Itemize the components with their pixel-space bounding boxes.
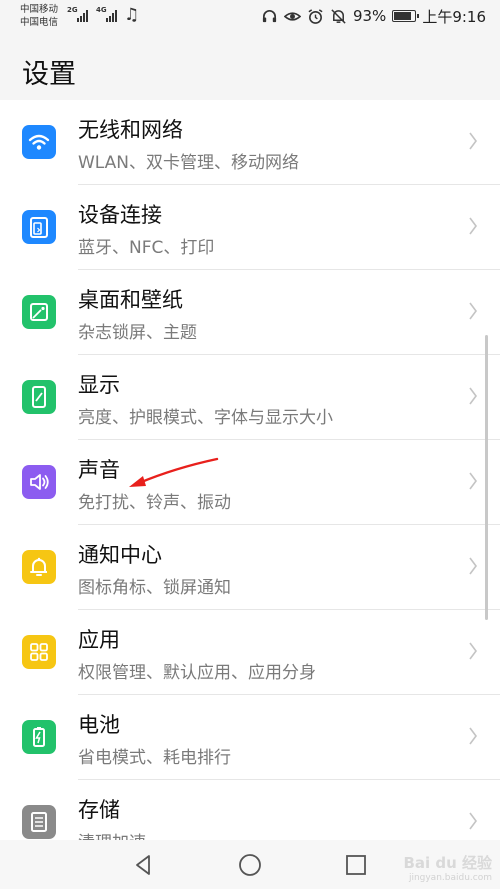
wifi-icon [22,125,56,159]
carrier-labels: 中国移动 中国电信 [20,3,58,29]
headphones-icon [262,9,277,22]
carrier-1: 中国移动 [20,4,59,15]
chevron-right-icon [469,217,477,235]
item-subtitle: WLAN、双卡管理、移动网络 [78,153,300,173]
item-subtitle: 图标角标、锁屏通知 [78,578,231,598]
chevron-right-icon [469,557,477,575]
apps-grid-icon [22,635,56,669]
item-subtitle: 省电模式、耗电排行 [78,748,231,768]
settings-item-sound[interactable]: 声音 免打扰、铃声、振动 [0,440,500,525]
navigation-bar: Bai du 经验 jingyan.baidu.com [0,840,500,889]
item-title: 应用 [78,628,120,652]
settings-list[interactable]: 无线和网络 WLAN、双卡管理、移动网络 设备连接 蓝牙、NFC、打印 桌面和壁… [0,100,500,840]
alarm-icon [308,8,323,24]
eye-comfort-icon [283,11,301,21]
settings-item-notification-center[interactable]: 通知中心 图标角标、锁屏通知 [0,525,500,610]
item-subtitle: 亮度、护眼模式、字体与显示大小 [78,408,333,428]
battery-icon [22,720,56,754]
item-subtitle: 免打扰、铃声、振动 [78,493,231,513]
page-header: 设置 [0,34,500,100]
item-title: 电池 [78,713,120,737]
battery-status-icon [392,10,420,22]
battery-percent: 93% [352,7,387,25]
home-circle-icon[interactable] [237,852,263,878]
chevron-right-icon [469,472,477,490]
chevron-right-icon [469,132,477,150]
watermark-brand: Bai du 经验 [403,854,492,872]
item-subtitle: 杂志锁屏、主题 [78,323,197,343]
settings-item-desktop-wallpaper[interactable]: 桌面和壁纸 杂志锁屏、主题 [0,270,500,355]
item-title: 存储 [78,798,120,822]
settings-item-device-connection[interactable]: 设备连接 蓝牙、NFC、打印 [0,185,500,270]
sound-icon [22,465,56,499]
page-title: 设置 [22,59,76,90]
music-note-icon: ♫ [124,5,140,25]
item-title: 桌面和壁纸 [78,288,183,312]
red-pointer-arrow-icon [129,457,219,487]
storage-icon [22,805,56,839]
chevron-right-icon [469,727,477,745]
settings-item-wireless-network[interactable]: 无线和网络 WLAN、双卡管理、移动网络 [0,100,500,185]
item-subtitle: 清理加速 [78,828,146,840]
item-subtitle: 蓝牙、NFC、打印 [78,238,215,258]
carrier-2: 中国电信 [20,17,59,28]
item-title: 通知中心 [78,543,162,567]
chevron-right-icon [469,642,477,660]
recents-square-icon[interactable] [343,852,369,878]
display-icon [22,380,56,414]
watermark: Bai du 经验 jingyan.baidu.com [403,852,492,883]
item-subtitle: 权限管理、默认应用、应用分身 [78,663,316,683]
clock-time: 上午9:16 [422,7,486,26]
item-title: 设备连接 [78,203,162,227]
wallpaper-icon [22,295,56,329]
status-bar: 中国移动 中国电信 2G 4G ♫ 93% 上午9:16 [0,0,500,34]
mute-bell-icon [331,8,346,24]
status-right: 93% 上午9:16 [261,6,486,26]
chevron-right-icon [469,812,477,830]
back-triangle-icon[interactable] [131,852,157,878]
device-connection-icon [22,210,56,244]
watermark-url: jingyan.baidu.com [408,873,492,883]
settings-item-display[interactable]: 显示 亮度、护眼模式、字体与显示大小 [0,355,500,440]
item-title: 无线和网络 [78,118,183,142]
bell-icon [22,550,56,584]
chevron-right-icon [469,387,477,405]
settings-item-battery[interactable]: 电池 省电模式、耗电排行 [0,695,500,780]
item-title: 显示 [78,373,120,397]
settings-item-storage[interactable]: 存储 清理加速 [0,780,500,840]
item-title: 声音 [78,458,120,482]
chevron-right-icon [469,302,477,320]
settings-item-apps[interactable]: 应用 权限管理、默认应用、应用分身 [0,610,500,695]
scrollbar[interactable] [485,335,488,620]
